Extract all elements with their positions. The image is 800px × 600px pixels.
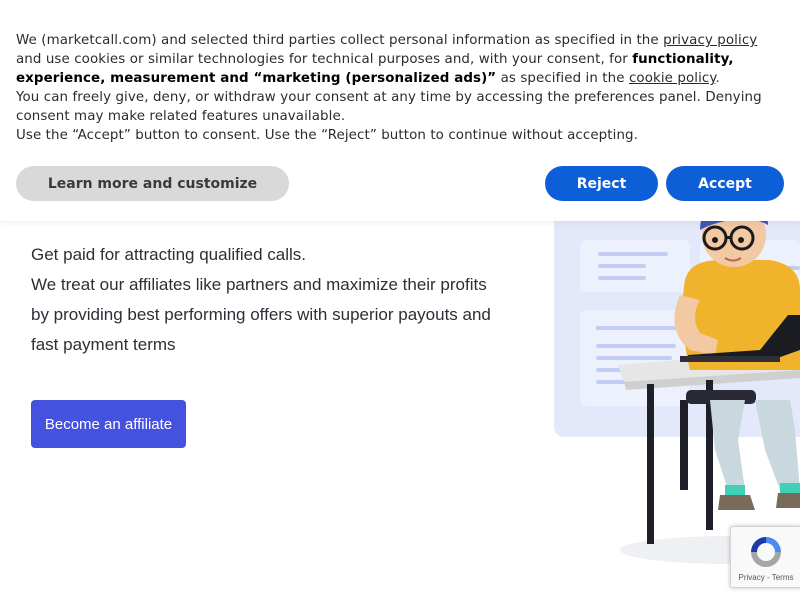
cookie-consent-banner: We (marketcall.com) and selected third p… (0, 0, 800, 221)
consent-purposes-bold: experience, measurement and “marketing (… (16, 71, 497, 86)
privacy-policy-link[interactable]: privacy policy (663, 33, 757, 48)
consent-text-line: You can freely give, deny, or withdraw y… (16, 90, 762, 105)
become-affiliate-button[interactable]: Become an affiliate (31, 400, 186, 448)
consent-text-line: Use the “Accept” button to consent. Use … (16, 128, 638, 143)
consent-text-segment: and use cookies or similar technologies … (16, 52, 633, 67)
consent-text-segment: We (marketcall.com) and selected third p… (16, 33, 664, 48)
learn-more-customize-button[interactable]: Learn more and customize (16, 166, 289, 201)
hero-description: Get paid for attracting qualified calls.… (31, 240, 541, 360)
hero-line: fast payment terms (31, 335, 176, 354)
accept-button[interactable]: Accept (666, 166, 784, 201)
consent-text-segment: as specified in the (496, 71, 629, 86)
consent-purposes-bold: functionality, (632, 52, 734, 67)
cookie-consent-text: We (marketcall.com) and selected third p… (16, 31, 796, 145)
recaptcha-badge[interactable]: Privacy - Terms (730, 526, 800, 588)
cookie-policy-link[interactable]: cookie policy (629, 71, 716, 86)
hero-line: Get paid for attracting qualified calls. (31, 245, 306, 264)
recaptcha-icon (751, 537, 781, 567)
hero-line: We treat our affiliates like partners an… (31, 275, 487, 294)
consent-text-segment: . (715, 71, 720, 86)
consent-text-line: consent may make related features unavai… (16, 109, 346, 124)
reject-button[interactable]: Reject (545, 166, 658, 201)
hero-line: by providing best performing offers with… (31, 305, 491, 324)
recaptcha-links[interactable]: Privacy - Terms (731, 573, 800, 582)
affiliate-illustration (554, 200, 800, 564)
